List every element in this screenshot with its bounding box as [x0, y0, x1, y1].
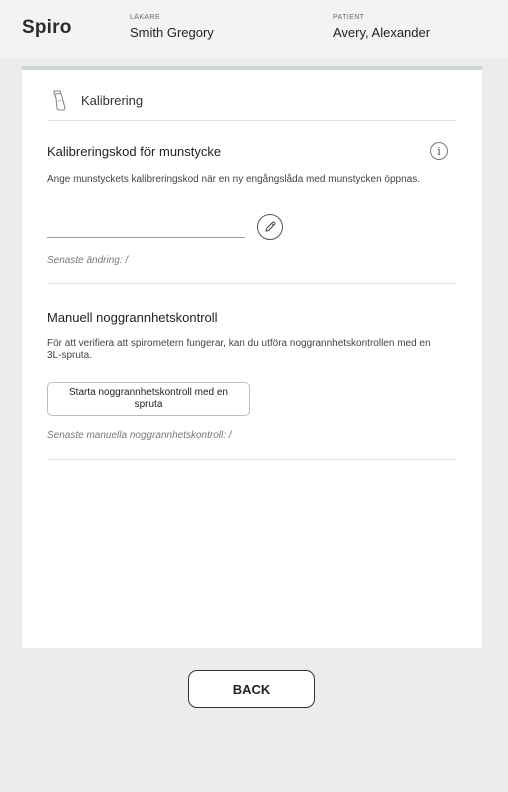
patient-label: PATIENT [333, 14, 365, 21]
calibration-card: Kalibrering Kalibreringskod för munstyck… [22, 66, 482, 648]
accuracy-description: För att verifiera att spirometern funger… [47, 338, 431, 361]
calibration-description: Ange munstyckets kalibreringskod när en … [47, 174, 420, 185]
pencil-icon [265, 221, 276, 232]
patient-name: Avery, Alexander [333, 25, 431, 40]
mouthpiece-icon [53, 90, 66, 111]
doctor-label: LÄKARE [130, 14, 161, 21]
start-accuracy-check-button[interactable]: Starta noggrannhetskontroll med en sprut… [47, 382, 250, 416]
divider [47, 283, 457, 284]
divider [47, 120, 457, 121]
card-title-row: Kalibrering [50, 88, 143, 112]
edit-calibration-button[interactable] [257, 214, 283, 240]
last-manual-check-text: Senaste manuella noggrannhetskontroll: / [47, 430, 232, 441]
doctor-info: LÄKARE Smith Gregory [130, 14, 214, 40]
calibration-code-input[interactable] [47, 219, 245, 238]
divider [47, 459, 457, 460]
info-icon[interactable]: i [430, 142, 448, 160]
card-title: Kalibrering [81, 92, 144, 108]
doctor-name: Smith Gregory [130, 25, 214, 40]
back-button[interactable]: BACK [188, 670, 315, 708]
accuracy-check-title: Manuell noggrannhetskontroll [47, 310, 218, 325]
patient-info: PATIENT Avery, Alexander [333, 14, 430, 40]
app-header: Spiro LÄKARE Smith Gregory PATIENT Avery… [0, 0, 508, 57]
app-logo: Spiro [22, 17, 72, 38]
last-change-text: Senaste ändring: / [47, 255, 129, 266]
calibration-code-title: Kalibreringskod för munstycke [47, 144, 222, 159]
